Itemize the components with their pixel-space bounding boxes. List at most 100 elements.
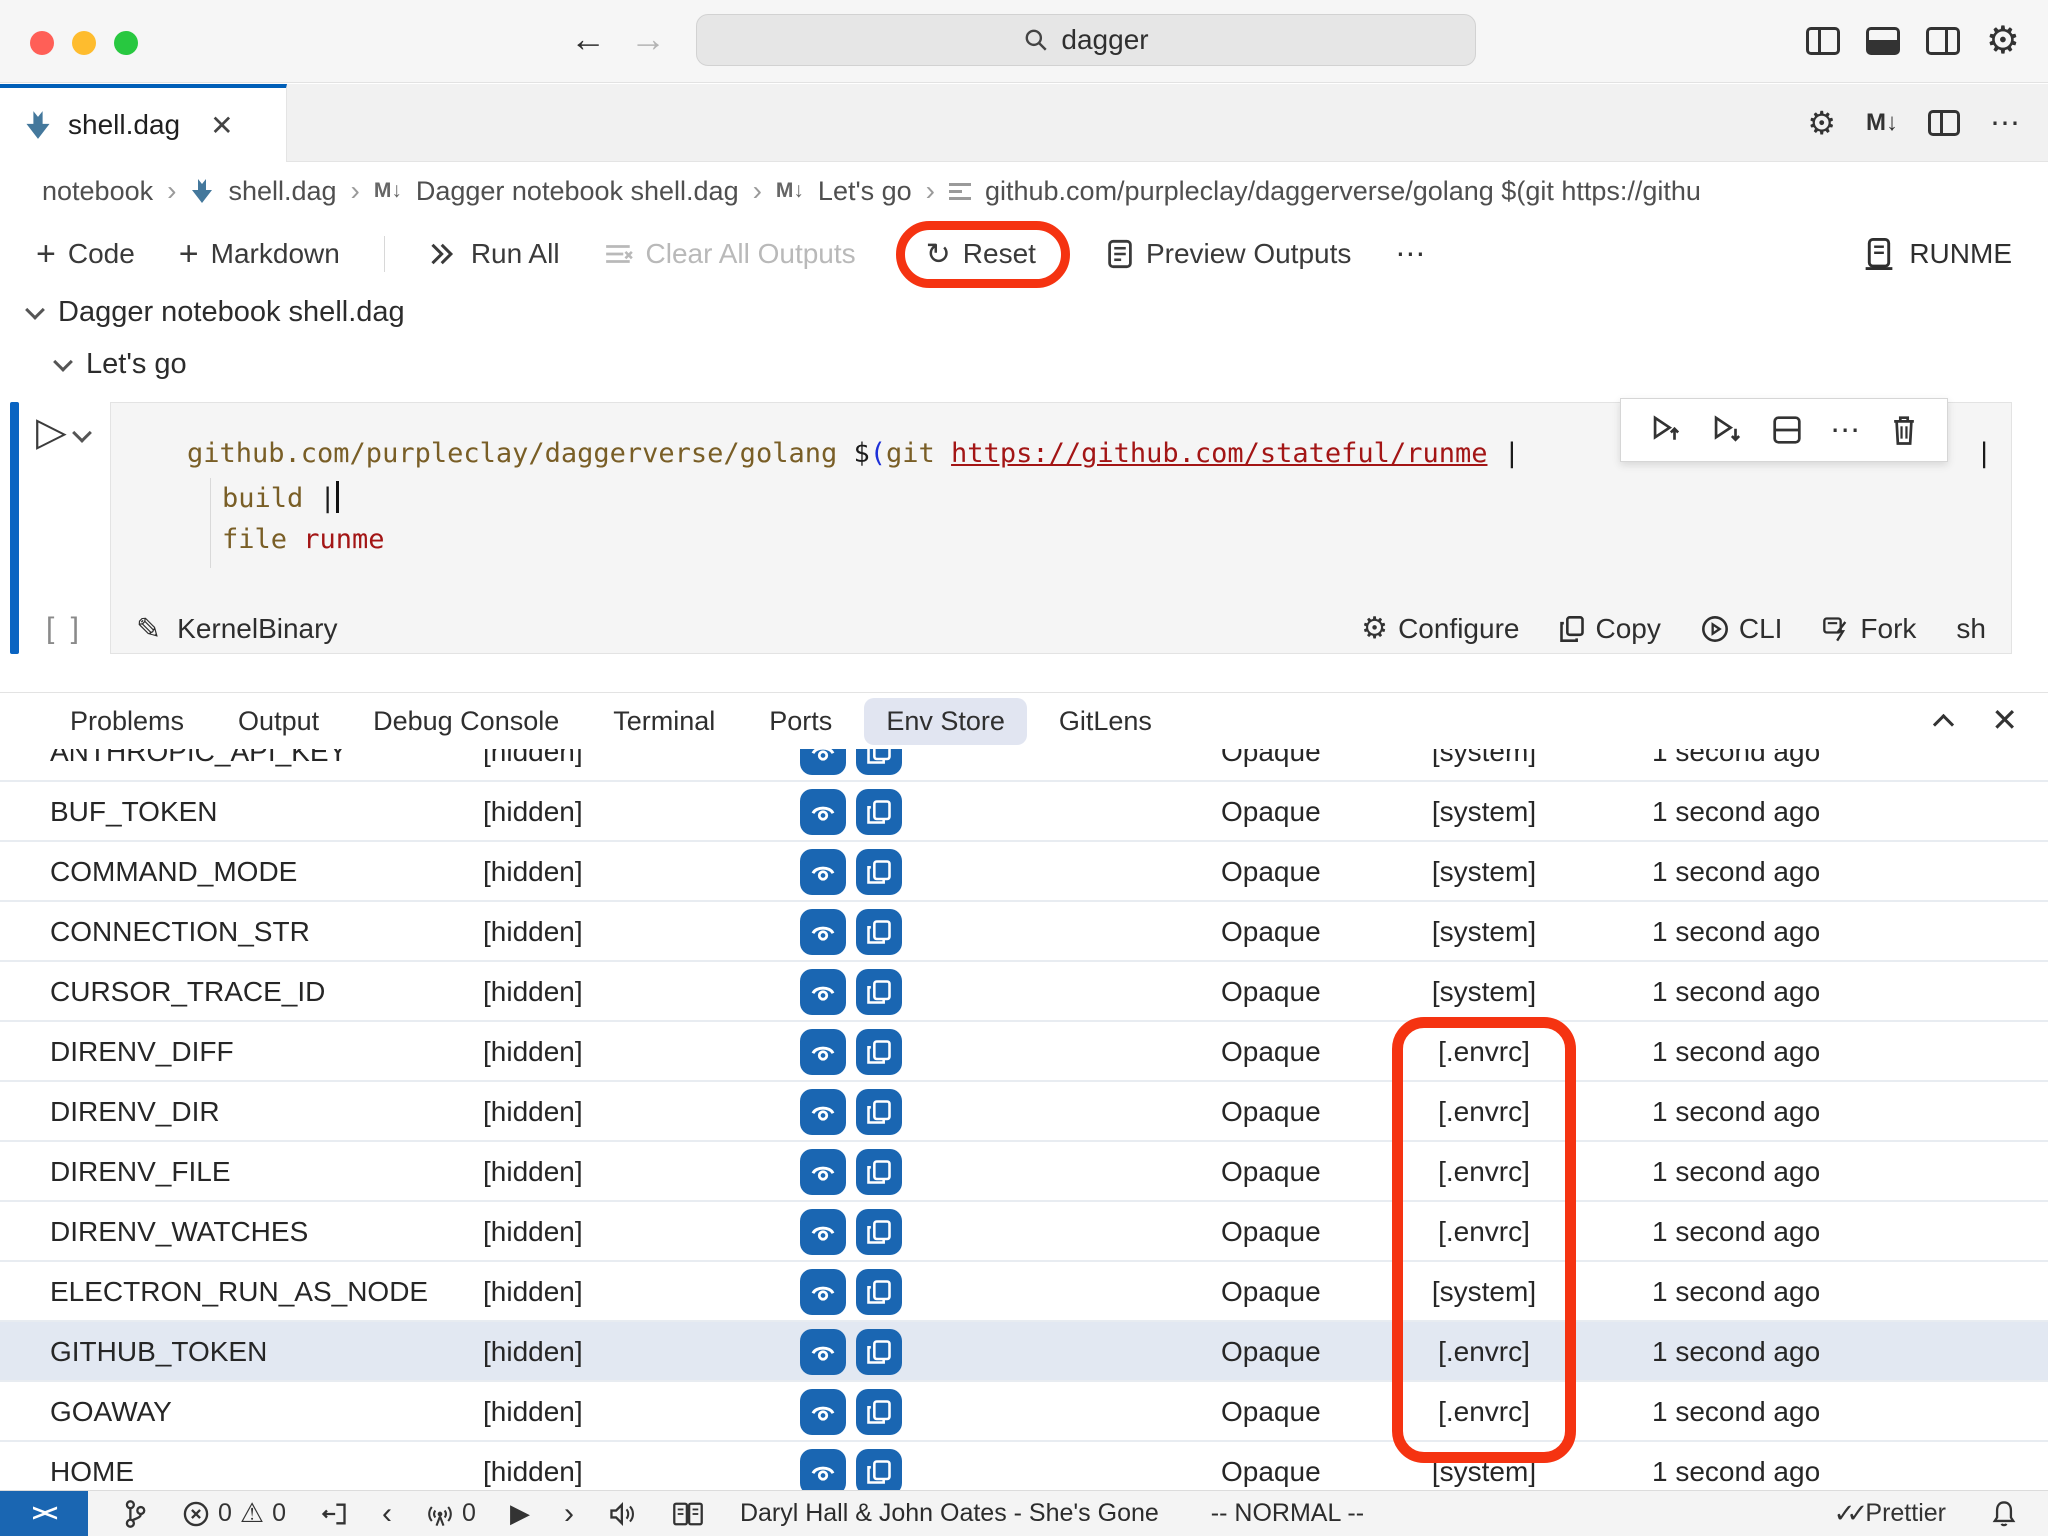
session-exit-button[interactable] bbox=[320, 1500, 348, 1528]
now-playing-label[interactable]: Daryl Hall & John Oates - She's Gone bbox=[740, 1499, 1159, 1528]
kernel-binary-label[interactable]: KernelBinary bbox=[177, 613, 337, 645]
reveal-value-button[interactable] bbox=[800, 1269, 846, 1315]
problems-status[interactable]: 0 ⚠ 0 bbox=[182, 1498, 286, 1529]
table-row[interactable]: CONNECTION_STR [hidden] Opaque [system] … bbox=[0, 902, 2048, 962]
table-row[interactable]: BUF_TOKEN [hidden] Opaque [system] 1 sec… bbox=[0, 782, 2048, 842]
run-all-button[interactable]: Run All bbox=[429, 238, 560, 270]
split-editor-icon[interactable] bbox=[1928, 110, 1960, 136]
split-cell-icon[interactable] bbox=[1771, 414, 1803, 446]
preview-outputs-button[interactable]: Preview Outputs bbox=[1106, 238, 1351, 270]
play-button[interactable]: ▶ bbox=[510, 1498, 530, 1529]
reveal-value-button[interactable] bbox=[800, 1089, 846, 1135]
reveal-value-button[interactable] bbox=[800, 749, 846, 775]
minimize-window-button[interactable] bbox=[72, 31, 96, 55]
fork-button[interactable]: Fork bbox=[1822, 613, 1916, 645]
markdown-export-icon[interactable]: M↓ bbox=[1866, 109, 1898, 137]
table-row[interactable]: DIRENV_DIFF [hidden] Opaque [.envrc] 1 s… bbox=[0, 1022, 2048, 1082]
add-code-button[interactable]: + Code bbox=[36, 235, 135, 274]
ports-status[interactable]: 0 bbox=[426, 1499, 476, 1528]
notifications-bell-icon[interactable] bbox=[1990, 1499, 2018, 1529]
panel-tab[interactable]: Debug Console bbox=[351, 698, 581, 745]
delete-cell-icon[interactable] bbox=[1889, 414, 1919, 446]
maximize-panel-icon[interactable] bbox=[1933, 713, 1954, 734]
chevron-down-icon[interactable] bbox=[53, 352, 73, 372]
breadcrumb-file[interactable]: shell.dag bbox=[228, 176, 336, 207]
reveal-value-button[interactable] bbox=[800, 969, 846, 1015]
source-control-status[interactable] bbox=[122, 1499, 148, 1529]
panel-tab[interactable]: Problems bbox=[48, 698, 206, 745]
table-row[interactable]: GOAWAY [hidden] Opaque [.envrc] 1 second… bbox=[0, 1382, 2048, 1442]
table-row[interactable]: ANTHROPIC_API_KEY [hidden] Opaque [syste… bbox=[0, 749, 2048, 782]
reveal-value-button[interactable] bbox=[800, 849, 846, 895]
copy-value-button[interactable] bbox=[856, 1329, 902, 1375]
command-center-search[interactable]: dagger bbox=[696, 14, 1476, 66]
breadcrumb-notebook[interactable]: notebook bbox=[42, 176, 153, 207]
reveal-value-button[interactable] bbox=[800, 909, 846, 955]
copy-value-button[interactable] bbox=[856, 789, 902, 835]
run-below-icon[interactable] bbox=[1710, 413, 1744, 447]
breadcrumb-cell[interactable]: github.com/purpleclay/daggerverse/golang… bbox=[985, 176, 1701, 207]
reveal-value-button[interactable] bbox=[800, 1029, 846, 1075]
copy-value-button[interactable] bbox=[856, 1389, 902, 1435]
toggle-secondary-sidebar-icon[interactable] bbox=[1926, 27, 1960, 55]
copy-value-button[interactable] bbox=[856, 1269, 902, 1315]
panel-tab[interactable]: Terminal bbox=[591, 698, 737, 745]
copy-value-button[interactable] bbox=[856, 849, 902, 895]
cell-language-label[interactable]: sh bbox=[1956, 613, 1986, 645]
customize-layout-gear-icon[interactable]: ⚙ bbox=[1986, 22, 2020, 60]
reveal-value-button[interactable] bbox=[800, 1209, 846, 1255]
code-link[interactable]: https://github.com/stateful/runme bbox=[951, 438, 1487, 469]
reading-mode-button[interactable] bbox=[672, 1500, 704, 1528]
table-row[interactable]: ELECTRON_RUN_AS_NODE [hidden] Opaque [sy… bbox=[0, 1262, 2048, 1322]
cell-more-actions-icon[interactable]: ⋯ bbox=[1830, 413, 1862, 448]
breadcrumb-section[interactable]: Let's go bbox=[818, 176, 912, 207]
reveal-value-button[interactable] bbox=[800, 1149, 846, 1195]
table-row[interactable]: GITHUB_TOKEN [hidden] Opaque [.envrc] 1 … bbox=[0, 1322, 2048, 1382]
clear-all-outputs-button[interactable]: Clear All Outputs bbox=[604, 238, 856, 270]
table-row[interactable]: DIRENV_FILE [hidden] Opaque [.envrc] 1 s… bbox=[0, 1142, 2048, 1202]
chevron-down-icon[interactable] bbox=[25, 300, 45, 320]
reveal-value-button[interactable] bbox=[800, 1389, 846, 1435]
copy-value-button[interactable] bbox=[856, 909, 902, 955]
configure-button[interactable]: ⚙ Configure bbox=[1361, 613, 1519, 645]
section-row[interactable]: Let's go bbox=[56, 348, 187, 381]
table-row[interactable]: CURSOR_TRACE_ID [hidden] Opaque [system]… bbox=[0, 962, 2048, 1022]
reveal-value-button[interactable] bbox=[800, 1449, 846, 1491]
volume-button[interactable] bbox=[608, 1500, 638, 1528]
remote-indicator[interactable]: >< bbox=[0, 1491, 88, 1536]
toggle-panel-icon[interactable] bbox=[1866, 27, 1900, 55]
notebook-settings-gear-icon[interactable]: ⚙ bbox=[1807, 107, 1836, 139]
table-row[interactable]: DIRENV_DIR [hidden] Opaque [.envrc] 1 se… bbox=[0, 1082, 2048, 1142]
table-row[interactable]: DIRENV_WATCHES [hidden] Opaque [.envrc] … bbox=[0, 1202, 2048, 1262]
chevron-down-icon[interactable] bbox=[72, 423, 92, 443]
zoom-window-button[interactable] bbox=[114, 31, 138, 55]
breadcrumb-notebook-title[interactable]: Dagger notebook shell.dag bbox=[416, 176, 739, 207]
table-row[interactable]: HOME [hidden] Opaque [system] 1 second a… bbox=[0, 1442, 2048, 1491]
copy-value-button[interactable] bbox=[856, 1029, 902, 1075]
copy-button[interactable]: Copy bbox=[1559, 613, 1660, 645]
panel-tab[interactable]: Env Store bbox=[864, 698, 1027, 745]
add-markdown-button[interactable]: + Markdown bbox=[179, 235, 340, 274]
toggle-primary-sidebar-icon[interactable] bbox=[1806, 27, 1840, 55]
copy-value-button[interactable] bbox=[856, 969, 902, 1015]
forward-button[interactable]: → bbox=[630, 18, 666, 60]
notebook-title-row[interactable]: Dagger notebook shell.dag bbox=[28, 296, 405, 329]
cli-button[interactable]: CLI bbox=[1701, 613, 1783, 645]
tab-close-icon[interactable]: ✕ bbox=[210, 109, 233, 142]
copy-value-button[interactable] bbox=[856, 749, 902, 775]
next-button[interactable]: › bbox=[564, 1497, 574, 1531]
reveal-value-button[interactable] bbox=[800, 789, 846, 835]
copy-value-button[interactable] bbox=[856, 1449, 902, 1491]
tab-shell-dag[interactable]: shell.dag ✕ bbox=[0, 84, 287, 162]
panel-tab[interactable]: GitLens bbox=[1037, 698, 1174, 745]
prettier-status[interactable]: ✓✓ Prettier bbox=[1834, 1498, 1946, 1529]
editor-more-actions-icon[interactable]: ⋯ bbox=[1990, 106, 2022, 141]
copy-value-button[interactable] bbox=[856, 1149, 902, 1195]
close-window-button[interactable] bbox=[30, 31, 54, 55]
table-row[interactable]: COMMAND_MODE [hidden] Opaque [system] 1 … bbox=[0, 842, 2048, 902]
copy-value-button[interactable] bbox=[856, 1209, 902, 1255]
copy-value-button[interactable] bbox=[856, 1089, 902, 1135]
toolbar-more-actions-icon[interactable]: ⋯ bbox=[1395, 237, 1427, 272]
reveal-value-button[interactable] bbox=[800, 1329, 846, 1375]
back-button[interactable]: ← bbox=[570, 18, 606, 60]
